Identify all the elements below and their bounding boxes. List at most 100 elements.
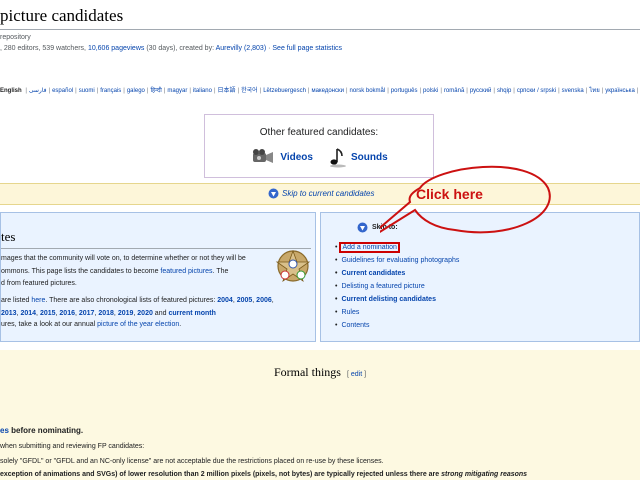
repository-line: repository [0, 34, 31, 41]
language-link[interactable]: हिन्दी [150, 88, 161, 94]
intro-text-a: mages that the community will vote on, t… [1, 255, 246, 262]
skip-list-item: Contents [335, 319, 459, 332]
language-link[interactable]: norsk bokmål [350, 88, 386, 94]
full-statistics-link[interactable]: See full page statistics [272, 45, 342, 52]
sounds-item[interactable]: Sounds [325, 146, 388, 168]
language-link[interactable]: shqip [497, 88, 511, 94]
picture-of-the-year-link[interactable]: picture of the year election [97, 321, 179, 328]
featured-pictures-link[interactable]: featured pictures [160, 268, 212, 275]
language-current: English [0, 88, 22, 94]
year-link[interactable]: 2014 [20, 310, 36, 317]
intro-heading: tes [1, 229, 16, 244]
guidelines-link[interactable]: es [0, 426, 9, 435]
years-and: and [152, 309, 169, 317]
intro-text-d: d from featured pictures. [1, 280, 77, 287]
formal-line-4-text: exception of animations and SVGs) of low… [0, 471, 442, 478]
poty-text-b: . [179, 321, 182, 328]
language-link[interactable]: magyar [167, 88, 187, 94]
language-link[interactable]: polski [423, 88, 438, 94]
language-link[interactable]: svenska [562, 88, 584, 94]
music-note-icon [329, 148, 346, 168]
skip-link[interactable]: Contents [341, 322, 369, 329]
skip-link[interactable]: Current candidates [341, 270, 405, 277]
intro-text: mages that the community will vote on, t… [1, 253, 269, 291]
formal-heading: Formal things [ edit ] [0, 365, 640, 380]
year-link[interactable]: 2006 [256, 297, 272, 304]
video-camera-icon [253, 149, 274, 163]
language-link[interactable]: ไทย [589, 88, 600, 94]
skip-to-current-candidates[interactable]: Skip to current candidates [268, 188, 375, 199]
download-arrow-icon [268, 188, 279, 199]
language-link[interactable]: 日本語 [218, 88, 236, 94]
language-link[interactable]: français [100, 88, 121, 94]
language-bar: English | فارسی | español | suomi | français | ga… [0, 85, 640, 95]
years-text-b: . There are also chronological lists of … [45, 297, 218, 304]
download-arrow-icon [357, 222, 368, 233]
skip-link[interactable]: Current delisting candidates [341, 296, 436, 303]
formal-edit: [ edit ] [346, 371, 367, 378]
year-link[interactable]: 2016 [59, 310, 75, 317]
formal-line-4-emphasis: strong mitigating reasons [441, 471, 528, 478]
formal-line-1-text: before nominating. [8, 426, 84, 435]
language-link[interactable]: македонски [311, 88, 344, 94]
intro-text-c: . The [212, 267, 229, 275]
stats-prefix: , 280 editors, 539 watchers, [0, 45, 88, 52]
formal-heading-text: Formal things [273, 365, 341, 379]
callout-ellipse [380, 165, 551, 234]
introduction-panel: tes mages that the community will vote o… [0, 212, 316, 342]
year-separator: , [271, 297, 274, 304]
language-link[interactable]: српски / srpski [517, 88, 556, 94]
year-link[interactable]: 2004 [217, 297, 233, 304]
skip-list-item: Delisting a featured picture [335, 280, 459, 293]
intro-text-b: ommons. This page lists the candidates t… [1, 267, 161, 275]
language-link[interactable]: italiano [193, 88, 212, 94]
formal-line-3: solely "GFDL" or "GFDL and an NC-only li… [0, 458, 384, 465]
page-statistics: , 280 editors, 539 watchers, 10,606 page… [0, 45, 342, 52]
chronological-lists: are listed here. There are also chronolo… [1, 295, 311, 320]
videos-link[interactable]: Videos [280, 152, 313, 163]
skip-list-item: Current delisting candidates [335, 293, 459, 306]
language-link[interactable]: galego [127, 88, 145, 94]
featured-heading: Other featured candidates: [259, 127, 379, 138]
language-link[interactable]: español [52, 88, 73, 94]
language-link[interactable]: 한국어 [241, 88, 258, 94]
skip-list-item: Rules [335, 306, 459, 319]
poty-text-a: ures, take a look at our annual [1, 321, 98, 328]
skip-list-item: Current candidates [335, 267, 459, 280]
year-link[interactable]: 2018 [98, 310, 114, 317]
title-divider [0, 29, 640, 30]
intro-divider [1, 248, 311, 249]
formal-edit-link[interactable]: edit [351, 371, 362, 378]
formal-things-section: Formal things [ edit ] es before nominati… [0, 350, 640, 480]
formal-line-2: when submitting and reviewing FP candida… [0, 443, 145, 450]
poty-line: ures, take a look at our annual picture … [1, 321, 181, 328]
language-link[interactable]: Lëtzebuergesch [263, 88, 306, 94]
formal-line-1: es before nominating. [0, 426, 83, 435]
page-title: picture candidates [0, 6, 124, 25]
featured-seal-icon [275, 249, 311, 283]
year-link[interactable]: 2020 [137, 310, 153, 317]
current-month-link[interactable]: current month [168, 310, 215, 317]
creator-link[interactable]: Aurevilly (2,803) [216, 45, 267, 52]
skip-current-link[interactable]: Skip to current candidates [282, 189, 375, 198]
year-link[interactable]: 2013 [1, 310, 17, 317]
skip-link[interactable]: Rules [341, 309, 359, 316]
callout-label: Click here [416, 186, 483, 202]
pageviews-link[interactable]: 10,606 pageviews [88, 45, 144, 52]
skip-link[interactable]: Delisting a featured picture [341, 283, 424, 290]
videos-item[interactable]: Videos [250, 148, 313, 166]
formal-line-4: exception of animations and SVGs) of low… [0, 471, 527, 478]
year-link[interactable]: 2015 [40, 310, 56, 317]
language-link[interactable]: suomi [79, 88, 95, 94]
year-link[interactable]: 2017 [79, 310, 95, 317]
language-link[interactable]: فارسی [29, 88, 47, 94]
language-link[interactable]: русский [470, 88, 492, 94]
language-link[interactable]: українська [605, 88, 635, 94]
language-link[interactable]: português [391, 88, 418, 94]
year-link[interactable]: 2005 [237, 297, 253, 304]
here-link[interactable]: here [31, 297, 45, 304]
years-text-a: are listed [1, 297, 32, 304]
year-link[interactable]: 2019 [118, 310, 134, 317]
stats-mid: (30 days), created by: [144, 45, 216, 52]
language-link[interactable]: română [444, 88, 464, 94]
